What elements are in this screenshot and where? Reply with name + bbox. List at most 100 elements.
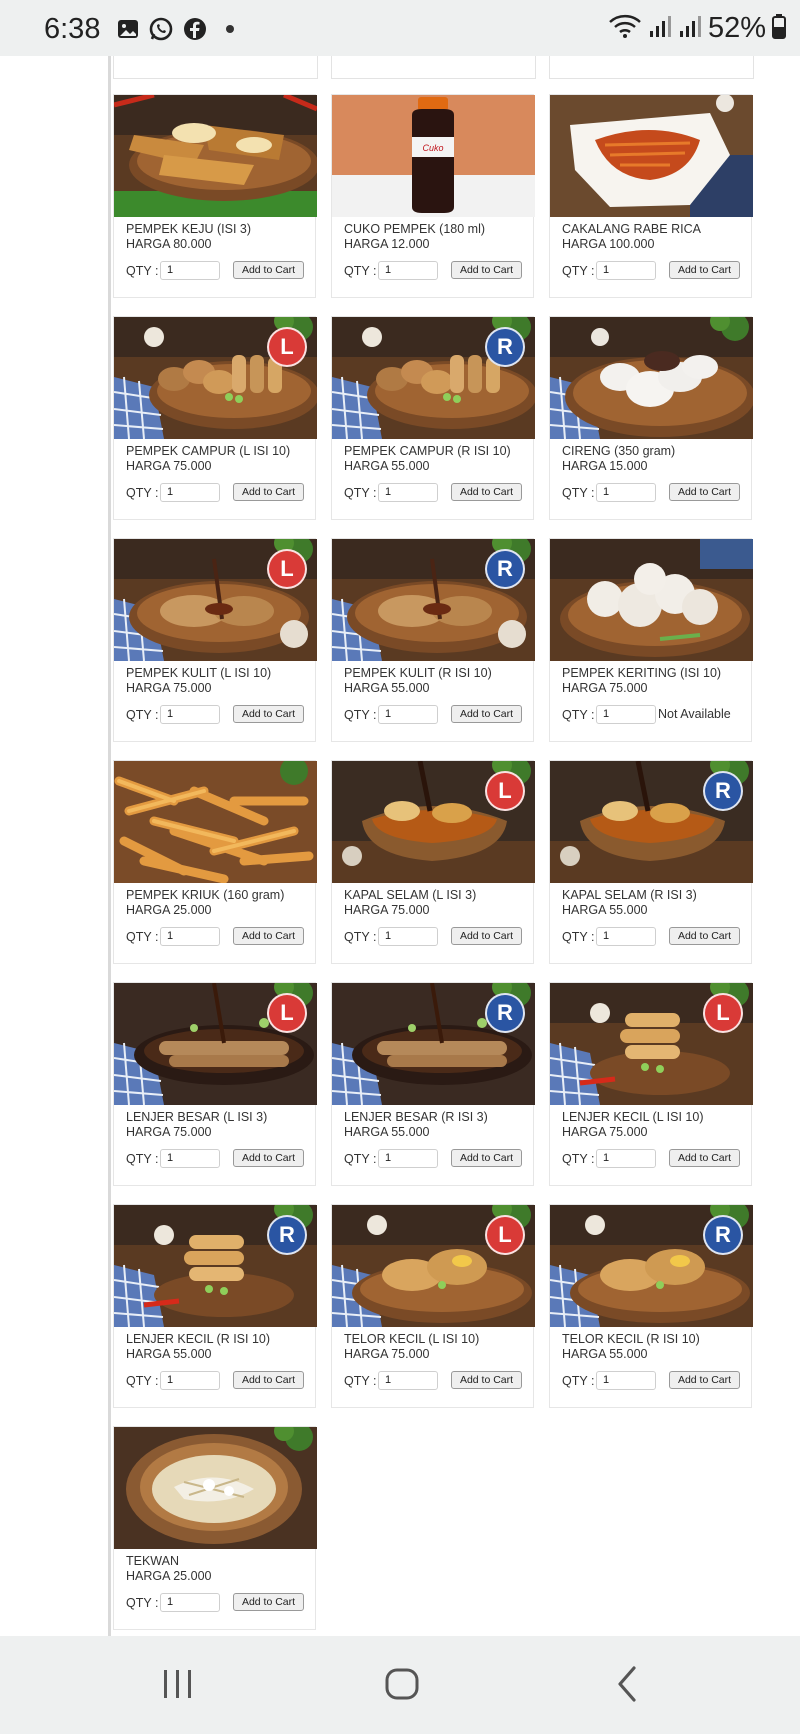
notification-icons <box>116 16 234 42</box>
qty-input[interactable]: 1 <box>596 483 656 502</box>
product-name: CUKO PEMPEK (180 ml) <box>344 222 486 236</box>
status-bar: 6:38 52% <box>0 0 800 56</box>
product-name: LENJER KECIL (R ISI 10) <box>126 1332 271 1346</box>
home-icon[interactable] <box>382 1664 422 1709</box>
add-to-cart-button[interactable]: Add to Cart <box>451 261 522 279</box>
qty-label: QTY : <box>344 486 377 500</box>
qty-input[interactable]: 1 <box>160 927 220 946</box>
qty-label: QTY : <box>126 708 159 722</box>
add-to-cart-button[interactable]: Add to Cart <box>233 261 304 279</box>
add-to-cart-button[interactable]: Add to Cart <box>233 1149 304 1167</box>
qty-input[interactable]: 1 <box>596 261 656 280</box>
product-price: HARGA 15.000 <box>562 459 648 473</box>
add-to-cart-button[interactable]: Add to Cart <box>669 261 740 279</box>
product-image[interactable]: Cuko <box>332 95 535 217</box>
qty-label: QTY : <box>562 1374 595 1388</box>
product-image[interactable] <box>550 317 753 439</box>
product-card: CIRENG (350 gram) HARGA 15.000 QTY :1 Add t… <box>549 316 753 520</box>
qty-input[interactable]: 1 <box>378 1371 438 1390</box>
qty-input[interactable]: 1 <box>596 927 656 946</box>
product-image[interactable]: L <box>114 983 317 1105</box>
add-to-cart-button[interactable]: Add to Cart <box>451 1149 522 1167</box>
add-to-cart-button[interactable]: Add to Cart <box>669 1371 740 1389</box>
product-name: PEMPEK KEJU (ISI 3) <box>126 222 252 236</box>
qty-label: QTY : <box>126 1152 159 1166</box>
product-image[interactable]: R <box>332 539 535 661</box>
product-card: Cuko CUKO PEMPEK (180 ml) HARGA 12.000 QTY … <box>331 94 535 298</box>
product-name: TEKWAN <box>126 1554 180 1568</box>
qty-label: QTY : <box>562 1152 595 1166</box>
qty-input[interactable]: 1 <box>160 705 220 724</box>
qty-input[interactable]: 1 <box>160 261 220 280</box>
qty-input[interactable]: 1 <box>160 1371 220 1390</box>
add-to-cart-button[interactable]: Add to Cart <box>233 1593 304 1611</box>
size-badge: R <box>267 1215 307 1255</box>
product-name: KAPAL SELAM (L ISI 3) <box>344 888 477 902</box>
product-image[interactable] <box>114 761 317 883</box>
add-to-cart-button[interactable]: Add to Cart <box>451 927 522 945</box>
product-card: L LENJER BESAR (L ISI 3) HARGA 75.000 QTY :… <box>113 982 317 1186</box>
product-image[interactable]: R <box>332 983 535 1105</box>
back-icon[interactable] <box>612 1664 642 1709</box>
qty-label: QTY : <box>562 264 595 278</box>
product-card: PEMPEK KEJU (ISI 3) HARGA 80.000 QTY :1 Add… <box>113 94 317 298</box>
add-to-cart-button[interactable]: Add to Cart <box>451 483 522 501</box>
qty-input[interactable]: 1 <box>378 261 438 280</box>
add-to-cart-button[interactable]: Add to Cart <box>451 1371 522 1389</box>
add-to-cart-button[interactable]: Add to Cart <box>669 927 740 945</box>
system-icons: 52% <box>608 12 786 45</box>
product-image[interactable]: L <box>114 317 317 439</box>
qty-input[interactable]: 1 <box>160 483 220 502</box>
facebook-icon <box>182 16 208 42</box>
product-image[interactable] <box>550 95 753 217</box>
add-to-cart-button[interactable]: Add to Cart <box>233 705 304 723</box>
product-name: TELOR KECIL (R ISI 10) <box>562 1332 700 1346</box>
availability-status: Not Available <box>658 707 731 721</box>
product-image[interactable]: R <box>550 761 753 883</box>
add-to-cart-button[interactable]: Add to Cart <box>669 483 740 501</box>
add-to-cart-button[interactable]: Add to Cart <box>233 1371 304 1389</box>
qty-input[interactable]: 1 <box>596 1149 656 1168</box>
qty-input[interactable]: 1 <box>378 483 438 502</box>
add-to-cart-button[interactable]: Add to Cart <box>669 1149 740 1167</box>
product-image[interactable]: L <box>332 1205 535 1327</box>
left-divider <box>108 56 111 1636</box>
qty-input[interactable]: 1 <box>160 1593 220 1612</box>
qty-input[interactable]: 1 <box>160 1149 220 1168</box>
product-card: CAKALANG RABE RICA HARGA 100.000 QTY :1 Add… <box>549 94 753 298</box>
product-price: HARGA 55.000 <box>344 681 430 695</box>
add-to-cart-button[interactable]: Add to Cart <box>451 705 522 723</box>
battery-icon <box>772 13 786 44</box>
product-image[interactable]: R <box>332 317 535 439</box>
product-name: PEMPEK KERITING (ISI 10) <box>562 666 722 680</box>
product-card: PEMPEK KERITING (ISI 10) HARGA 75.000 QTY … <box>549 538 753 742</box>
wifi-icon <box>608 12 642 45</box>
product-image[interactable]: L <box>332 761 535 883</box>
add-to-cart-button[interactable]: Add to Cart <box>233 927 304 945</box>
qty-input[interactable]: 1 <box>378 927 438 946</box>
product-card: PEMPEK KRIUK (160 gram) HARGA 25.000 QTY :… <box>113 760 317 964</box>
product-image[interactable] <box>114 1427 317 1549</box>
product-image[interactable]: L <box>550 983 753 1105</box>
size-badge: L <box>485 771 525 811</box>
product-image[interactable] <box>114 95 317 217</box>
product-image[interactable]: R <box>114 1205 317 1327</box>
product-price: HARGA 75.000 <box>126 1125 212 1139</box>
size-badge: L <box>267 549 307 589</box>
qty-input[interactable]: 1 <box>378 705 438 724</box>
product-image[interactable]: L <box>114 539 317 661</box>
qty-input[interactable]: 1 <box>378 1149 438 1168</box>
size-badge: R <box>485 549 525 589</box>
qty-input[interactable]: 1 <box>596 1371 656 1390</box>
qty-input[interactable]: 1 <box>596 705 656 724</box>
recent-apps-icon[interactable] <box>160 1664 196 1709</box>
product-price: HARGA 55.000 <box>126 1347 212 1361</box>
product-price: HARGA 75.000 <box>344 903 430 917</box>
add-to-cart-button[interactable]: Add to Cart <box>233 483 304 501</box>
product-price: HARGA 55.000 <box>562 1347 648 1361</box>
size-badge: R <box>485 993 525 1033</box>
product-image[interactable] <box>550 539 753 661</box>
product-card: L PEMPEK KULIT (L ISI 10) HARGA 75.000 QTY … <box>113 538 317 742</box>
product-image[interactable]: R <box>550 1205 753 1327</box>
product-price: HARGA 75.000 <box>562 681 648 695</box>
